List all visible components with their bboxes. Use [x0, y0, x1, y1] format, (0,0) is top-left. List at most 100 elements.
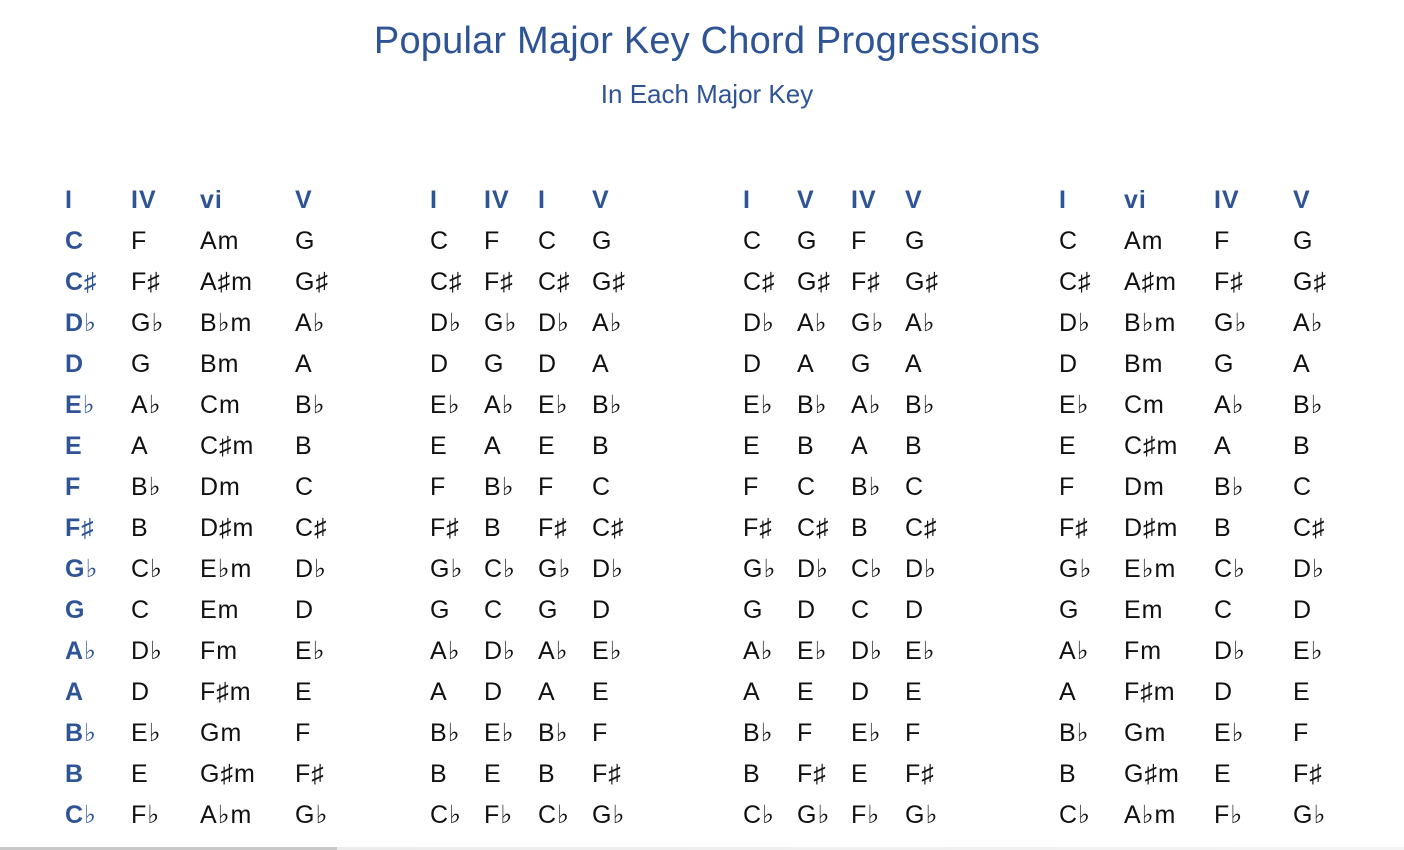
- key-name: B♭: [65, 719, 97, 747]
- chord-cell: A♭: [430, 637, 461, 665]
- chord-cell: C: [538, 227, 558, 255]
- chord-cell: G: [538, 596, 559, 624]
- chord-cell: C♯: [1059, 268, 1092, 296]
- chord-cell: F♭: [131, 801, 161, 829]
- chord-cell: A♭: [131, 391, 162, 419]
- column-header: I: [65, 186, 73, 214]
- chord-cell: D♭: [131, 637, 163, 665]
- chord-cell: F♯: [797, 760, 827, 788]
- chord-cell: E: [131, 760, 149, 788]
- chord-cell: G: [430, 596, 451, 624]
- chord-cell: B: [430, 760, 448, 788]
- chord-cell: G♭: [1059, 555, 1093, 583]
- column-header: I: [743, 186, 751, 214]
- chord-cell: E: [743, 432, 761, 460]
- chord-cell: A: [1214, 432, 1232, 460]
- chord-cell: F♯: [295, 760, 325, 788]
- chord-cell: D: [797, 596, 817, 624]
- chord-cell: B: [484, 514, 502, 542]
- chord-cell: C♭: [538, 801, 570, 829]
- chord-cell: B♭: [905, 391, 936, 419]
- chord-cell: B♭m: [1124, 309, 1177, 337]
- chord-cell: C♯m: [200, 432, 255, 460]
- chord-cell: F: [295, 719, 312, 747]
- chord-cell: Em: [1124, 596, 1164, 624]
- chord-cell: E♭: [538, 391, 569, 419]
- chord-cell: G: [1059, 596, 1080, 624]
- chord-cell: F♭: [1214, 801, 1244, 829]
- chord-cell: B♭: [743, 719, 774, 747]
- key-name: C♭: [65, 801, 97, 829]
- chord-cell: G♯: [1293, 268, 1327, 296]
- chord-cell: G♭: [1293, 801, 1327, 829]
- chord-cell: G♯: [295, 268, 329, 296]
- column-header: vi: [200, 186, 223, 214]
- chord-cell: G♭: [851, 309, 885, 337]
- chord-cell: D♭: [1059, 309, 1091, 337]
- chord-cell: G: [743, 596, 764, 624]
- chord-cell: A♭: [1059, 637, 1090, 665]
- chord-cell: G: [797, 227, 818, 255]
- chord-cell: F: [592, 719, 609, 747]
- chord-cell: Am: [200, 227, 240, 255]
- page-subtitle: In Each Major Key: [600, 79, 814, 109]
- chord-cell: D♭: [592, 555, 624, 583]
- chord-cell: G: [592, 227, 613, 255]
- chord-cell: A♭: [851, 391, 882, 419]
- chord-cell: G: [1293, 227, 1314, 255]
- chord-cell: F♯m: [200, 678, 252, 706]
- chord-cell: C: [484, 596, 504, 624]
- chord-cell: Dm: [1124, 473, 1165, 501]
- key-name: C: [65, 227, 85, 255]
- chord-cell: E: [905, 678, 923, 706]
- chord-cell: E♭: [797, 637, 828, 665]
- chord-cell: C: [743, 227, 763, 255]
- chord-cell: C♭: [1214, 555, 1246, 583]
- chord-cell: C: [592, 473, 612, 501]
- key-name: E♭: [65, 391, 96, 419]
- chord-cell: D♭: [1214, 637, 1246, 665]
- chord-cell: A: [592, 350, 610, 378]
- chord-cell: G: [484, 350, 505, 378]
- chord-cell: G: [1214, 350, 1235, 378]
- chord-cell: A♭: [1293, 309, 1324, 337]
- chord-cell: B: [131, 514, 149, 542]
- chord-cell: G: [295, 227, 316, 255]
- chord-cell: E♭m: [200, 555, 253, 583]
- key-name: C♯: [65, 268, 98, 296]
- chord-cell: F♯: [592, 760, 622, 788]
- chord-cell: B♭: [131, 473, 162, 501]
- chord-cell: A♯m: [1124, 268, 1177, 296]
- column-header: IV: [484, 186, 510, 214]
- chord-cell: B: [743, 760, 761, 788]
- chord-cell: A: [743, 678, 761, 706]
- chord-cell: G♭: [538, 555, 572, 583]
- chord-cell: E: [484, 760, 502, 788]
- chord-cell: B♭: [295, 391, 326, 419]
- chord-cell: A♭: [484, 391, 515, 419]
- chord-cell: C♭: [131, 555, 163, 583]
- chord-cell: F: [1214, 227, 1231, 255]
- chord-cell: A♭: [743, 637, 774, 665]
- chord-cell: A♭: [905, 309, 936, 337]
- chord-cell: F: [430, 473, 447, 501]
- chord-cell: B♭: [1293, 391, 1324, 419]
- chord-cell: G♯m: [1124, 760, 1180, 788]
- column-header: IV: [851, 186, 877, 214]
- chord-cell: B♭: [430, 719, 461, 747]
- chord-cell: A♭: [538, 637, 569, 665]
- chord-cell: E: [797, 678, 815, 706]
- chord-cell: F♯: [430, 514, 460, 542]
- chord-cell: D: [851, 678, 871, 706]
- chord-cell: A♭: [592, 309, 623, 337]
- key-name: B: [65, 760, 85, 788]
- chord-cell: F♯: [484, 268, 514, 296]
- chord-cell: E♭: [1059, 391, 1090, 419]
- chord-cell: B♭: [1059, 719, 1090, 747]
- chord-cell: G♯: [797, 268, 831, 296]
- chord-cell: F♭: [851, 801, 881, 829]
- key-name: G♭: [65, 555, 99, 583]
- chord-cell: C: [1293, 473, 1313, 501]
- chord-cell: A♭: [295, 309, 326, 337]
- chord-cell: E: [430, 432, 448, 460]
